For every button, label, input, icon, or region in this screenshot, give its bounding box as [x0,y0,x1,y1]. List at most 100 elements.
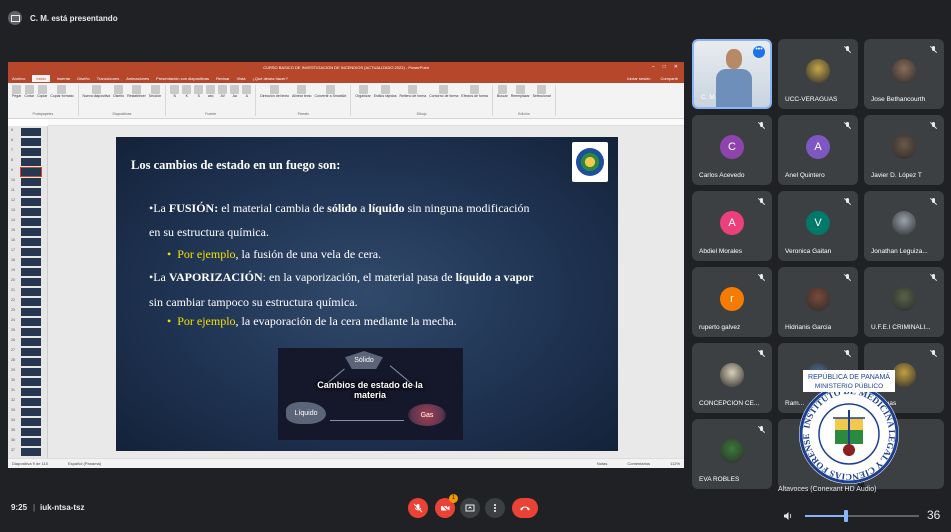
ppt-menu-item[interactable]: Inicio [32,74,50,82]
participant-name: Jonathan Leguiza... [871,248,928,255]
slide-thumbnail[interactable] [21,288,41,296]
ribbon-button[interactable]: A [242,85,252,98]
participant-tile[interactable]: A Anel Quintero [778,115,858,185]
participant-tile[interactable]: EVA ROBLES [692,419,772,489]
participant-tile[interactable]: Jose Bethancourth [864,39,944,109]
volume-slider-thumb[interactable] [844,510,848,522]
ribbon-button-label: Convertir a SmartArt [314,94,347,98]
ppt-menu-item[interactable]: Revisar [216,76,230,81]
ppt-menu-item[interactable]: Diseño [77,76,89,81]
slide-thumbnail[interactable] [21,218,41,226]
slide-thumbnail[interactable] [21,198,41,206]
ribbon-button[interactable]: Reemplazar [511,85,530,98]
ribbon-button[interactable]: Restablecer [127,85,146,98]
ribbon-button[interactable]: Copiar [37,85,47,98]
slide-thumbnail[interactable] [21,268,41,276]
ribbon-button[interactable]: Copiar formato [50,85,74,98]
mic-off-icon [758,350,764,358]
participant-tile[interactable]: V Veronica Gaitan [778,191,858,261]
ribbon-button[interactable]: Seleccionar [533,85,551,98]
slide-thumbnail[interactable] [21,238,41,246]
ribbon-button[interactable]: Dirección del texto [260,85,289,98]
slide-thumbnail[interactable] [21,398,41,406]
ribbon-button[interactable]: Buscar [497,85,508,98]
ppt-menu-item[interactable]: ¿Qué desea hacer? [252,76,287,81]
slide-thumbnail[interactable] [21,298,41,306]
slide-thumbnail[interactable] [21,158,41,166]
more-options-button[interactable] [485,498,505,518]
slide-thumbnail[interactable] [21,438,41,446]
ribbon-button[interactable]: Alinear texto [292,85,312,98]
slide-thumbnail[interactable] [21,258,41,266]
slide-thumbnail[interactable] [21,278,41,286]
ribbon-button[interactable]: AV [218,85,228,98]
slide-thumbnail[interactable] [21,388,41,396]
avatar [892,59,916,83]
participant-tile[interactable]: r ruperto galvez [692,267,772,337]
ppt-menu-item[interactable]: Insertar [57,76,71,81]
mic-toggle-button[interactable] [408,498,428,518]
leave-call-button[interactable] [512,498,538,518]
participant-tile[interactable]: C Carlos Acevedo [692,115,772,185]
ribbon-button[interactable]: Relleno de forma [400,85,426,98]
slide-thumbnail[interactable] [21,418,41,426]
slide-thumbnail[interactable] [21,378,41,386]
slide-thumbnail[interactable] [21,148,41,156]
ribbon-button[interactable]: abc [206,85,216,98]
slide-thumbnail[interactable] [21,328,41,336]
mic-off-icon [758,274,764,282]
ppt-menu-item[interactable]: Vista [237,76,246,81]
participant-tile[interactable]: Javier D. López T [864,115,944,185]
participant-tile[interactable]: CONCEPCIÓN CE... [692,343,772,413]
slide-thumbnail[interactable] [21,338,41,346]
slide-thumbnail[interactable] [21,358,41,366]
camera-toggle-button[interactable]: 1 [435,494,458,518]
slide-thumbnail[interactable] [21,178,41,186]
ppt-menu-item[interactable]: Animaciones [126,76,149,81]
ribbon-button-label: Restablecer [127,94,146,98]
ribbon-button[interactable]: Nueva diapositiva [83,85,110,98]
slide-thumbnail[interactable] [21,308,41,316]
ppt-menu-right-item[interactable]: Iniciar sesión [627,76,650,81]
ribbon-button[interactable]: Estilos rápidos [374,85,397,98]
ribbon-button[interactable]: S [194,85,204,98]
slide-thumbnail[interactable] [21,408,41,416]
slide-thumbnail[interactable] [21,348,41,356]
ribbon-button[interactable]: Contorno de forma [429,85,458,98]
present-button[interactable] [460,498,480,518]
participant-tile[interactable]: U.F.E.I CRIMINALI... [864,267,944,337]
ribbon-button[interactable]: K [182,85,192,98]
tile-options-icon[interactable]: ••• [753,46,765,58]
ppt-menu-item[interactable]: Archivo [12,76,25,81]
slide-thumbnail[interactable] [21,368,41,376]
ribbon-button[interactable]: Organizar [355,85,371,98]
slide-thumbnail[interactable] [21,448,41,456]
slide-thumbnail[interactable] [21,318,41,326]
slide-thumbnail[interactable] [21,138,41,146]
slide-thumbnail[interactable] [21,128,41,136]
meeting-code[interactable]: iuk-ntsa-tsz [40,503,84,512]
participant-tile[interactable]: Jonathan Leguiza... [864,191,944,261]
participant-tile[interactable]: A Abdiel Morales [692,191,772,261]
ribbon-button[interactable]: Convertir a SmartArt [314,85,347,98]
ppt-menu-item[interactable]: Transiciones [97,76,120,81]
slide-thumbnail[interactable] [21,228,41,236]
slide-thumbnail[interactable] [21,428,41,436]
participant-tile[interactable]: Hidrianis Garcia [778,267,858,337]
ribbon-button[interactable]: Diseño [113,85,124,98]
speaker-icon[interactable] [783,511,793,521]
ribbon-button[interactable]: Efectos de forma [461,85,488,98]
ribbon-button[interactable]: Cortar [24,85,34,98]
ribbon-button[interactable]: Sección [149,85,161,98]
slide-thumbnail[interactable] [21,208,41,216]
ppt-menu-right-item[interactable]: Compartir [660,76,678,81]
participant-tile[interactable]: UCC-VERAGUAS [778,39,858,109]
participant-tile[interactable]: ••• C. M. [692,39,772,109]
slide-thumbnail[interactable] [20,167,42,177]
slide-thumbnail[interactable] [21,188,41,196]
ppt-menu-item[interactable]: Presentación con diapositivas [156,76,209,81]
ribbon-button[interactable]: Pegar [12,85,21,98]
ribbon-button[interactable]: N [170,85,180,98]
slide-thumbnail[interactable] [21,248,41,256]
ribbon-button[interactable]: Aa [230,85,240,98]
